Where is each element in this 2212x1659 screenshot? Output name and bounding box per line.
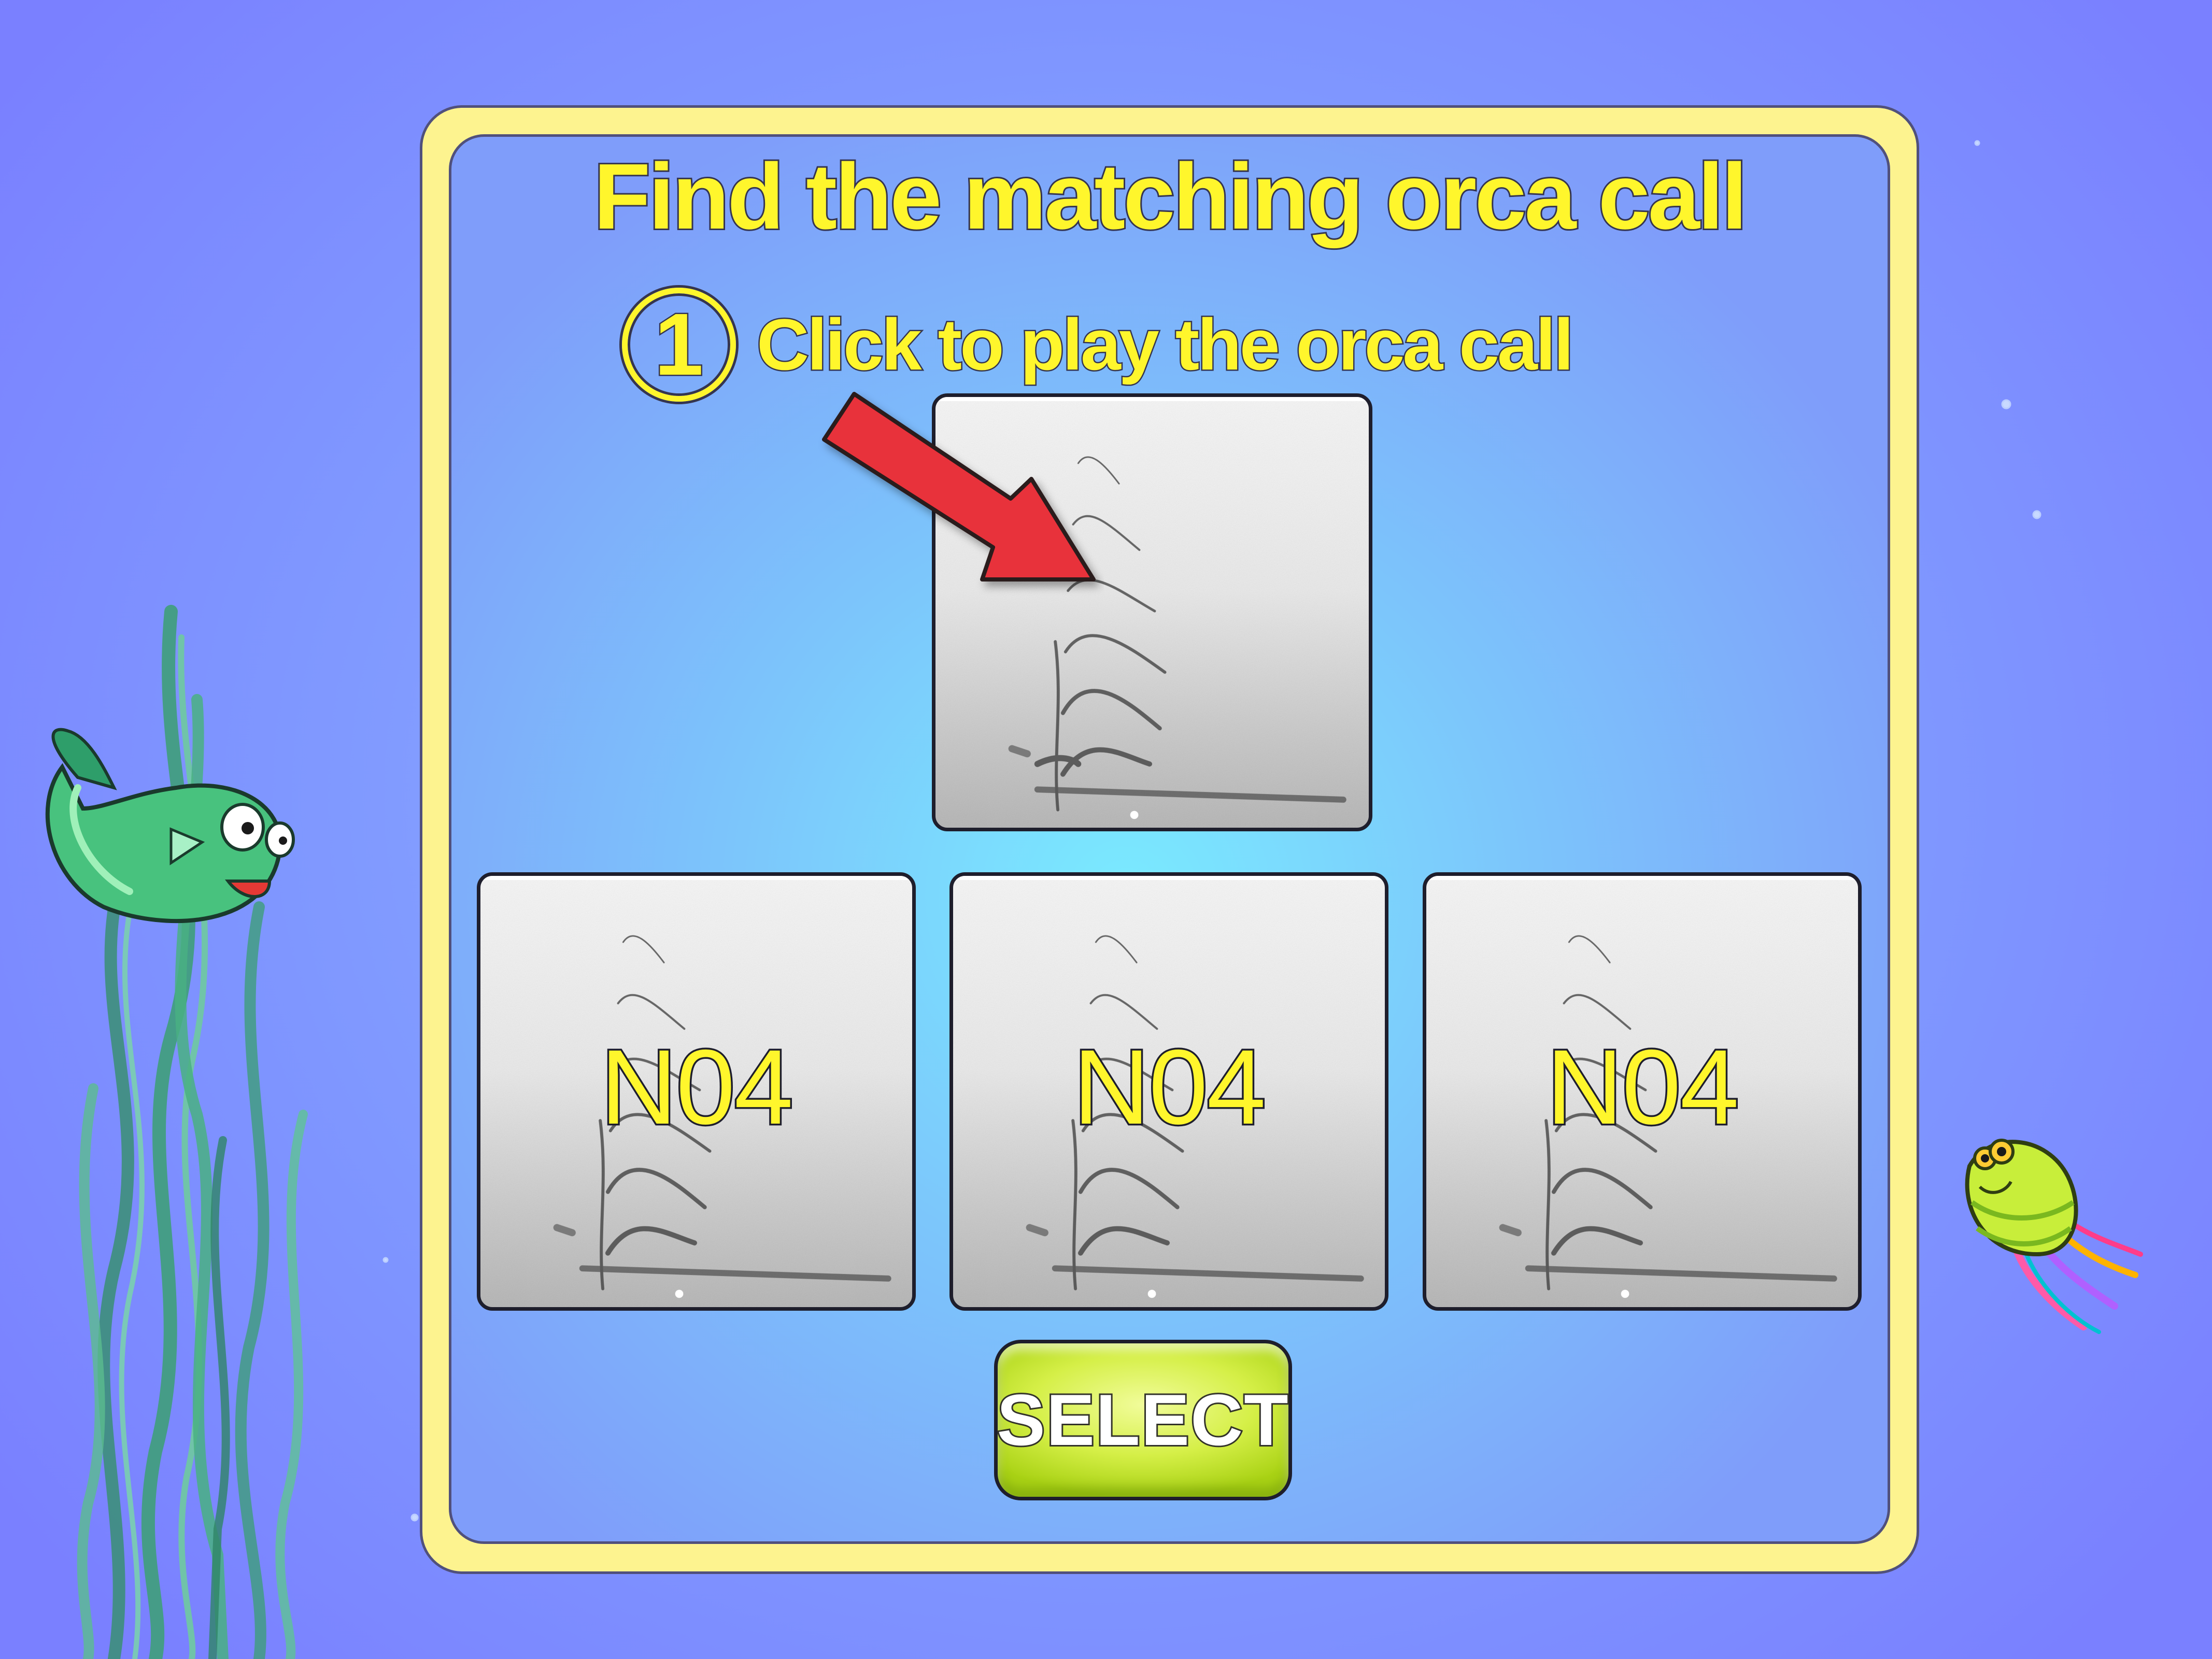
choice-label: N04 <box>599 1028 795 1146</box>
choice-tile-3[interactable]: N04 <box>1423 872 1862 1311</box>
choice-label: N04 <box>1544 1028 1741 1146</box>
select-button[interactable]: SELECT <box>994 1340 1292 1500</box>
select-button-label: SELECT <box>995 1379 1289 1461</box>
choice-label: N04 <box>1071 1028 1268 1146</box>
seaweed-icon <box>77 605 308 1659</box>
choice-tile-2[interactable]: N04 <box>949 872 1388 1311</box>
arrow-icon <box>822 392 1096 582</box>
game-title: Find the matching orca call <box>592 145 1749 249</box>
choice-tile-1[interactable]: N04 <box>477 872 916 1311</box>
step-number-badge: 1 <box>622 288 736 402</box>
jellyfish-icon <box>1965 1139 2143 1334</box>
step-instruction-text: Click to play the orca call <box>756 304 1576 385</box>
